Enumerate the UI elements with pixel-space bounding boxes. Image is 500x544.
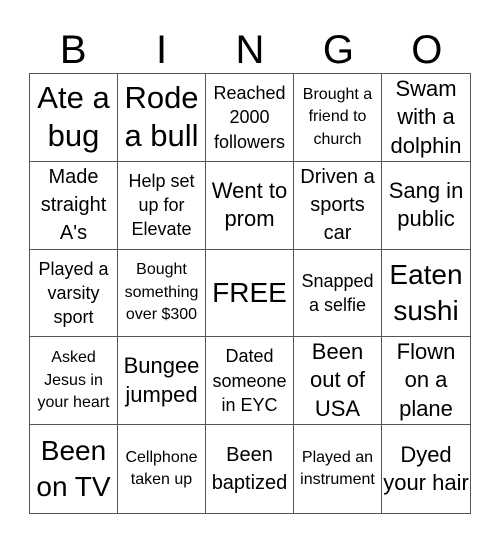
bingo-cell[interactable]: Been on TV [30, 425, 118, 513]
bingo-cell[interactable]: Ate a bug [30, 74, 118, 162]
bingo-cell[interactable]: Been out of USA [294, 337, 382, 426]
bingo-cell[interactable]: Bungee jumped [118, 337, 206, 426]
bingo-header: B I N G O [29, 28, 471, 72]
bingo-cell[interactable]: Snapped a selfie [294, 249, 382, 338]
header-letter-b: B [59, 28, 87, 72]
bingo-cell[interactable]: Brought a friend to church [294, 74, 382, 162]
bingo-cell[interactable]: Dyed your hair [382, 425, 470, 513]
bingo-cell[interactable]: Bought something over $300 [118, 249, 206, 338]
bingo-cell[interactable]: Played an instrument [294, 425, 382, 513]
bingo-cell[interactable]: Been baptized [206, 425, 294, 513]
bingo-cell[interactable]: Driven a sports car [294, 161, 382, 250]
header-letter-n: N [235, 28, 265, 72]
free-space[interactable]: FREE [206, 249, 294, 338]
bingo-cell[interactable]: Eaten sushi [382, 250, 470, 338]
bingo-grid: Ate a bug Rode a bull Reached 2000 follo… [29, 73, 471, 514]
header-letter-g: G [322, 28, 354, 72]
bingo-cell[interactable]: Asked Jesus in your heart [30, 337, 118, 426]
bingo-cell[interactable]: Cellphone taken up [118, 425, 206, 513]
header-letter-i: I [156, 28, 168, 72]
bingo-cell[interactable]: Rode a bull [118, 74, 206, 162]
bingo-cell[interactable]: Swam with a dolphin [382, 74, 470, 162]
bingo-cell[interactable]: Help set up for Elevate [118, 161, 206, 250]
bingo-cell[interactable]: Made straight A's [30, 161, 118, 250]
bingo-cell[interactable]: Flown on a plane [382, 337, 470, 426]
bingo-cell[interactable]: Dated someone in EYC [206, 337, 294, 426]
bingo-cell[interactable]: Sang in public [382, 162, 470, 250]
header-letter-o: O [411, 28, 443, 72]
bingo-cell[interactable]: Reached 2000 followers [206, 74, 294, 162]
bingo-cell[interactable]: Went to prom [206, 161, 294, 250]
bingo-cell[interactable]: Played a varsity sport [30, 249, 118, 338]
